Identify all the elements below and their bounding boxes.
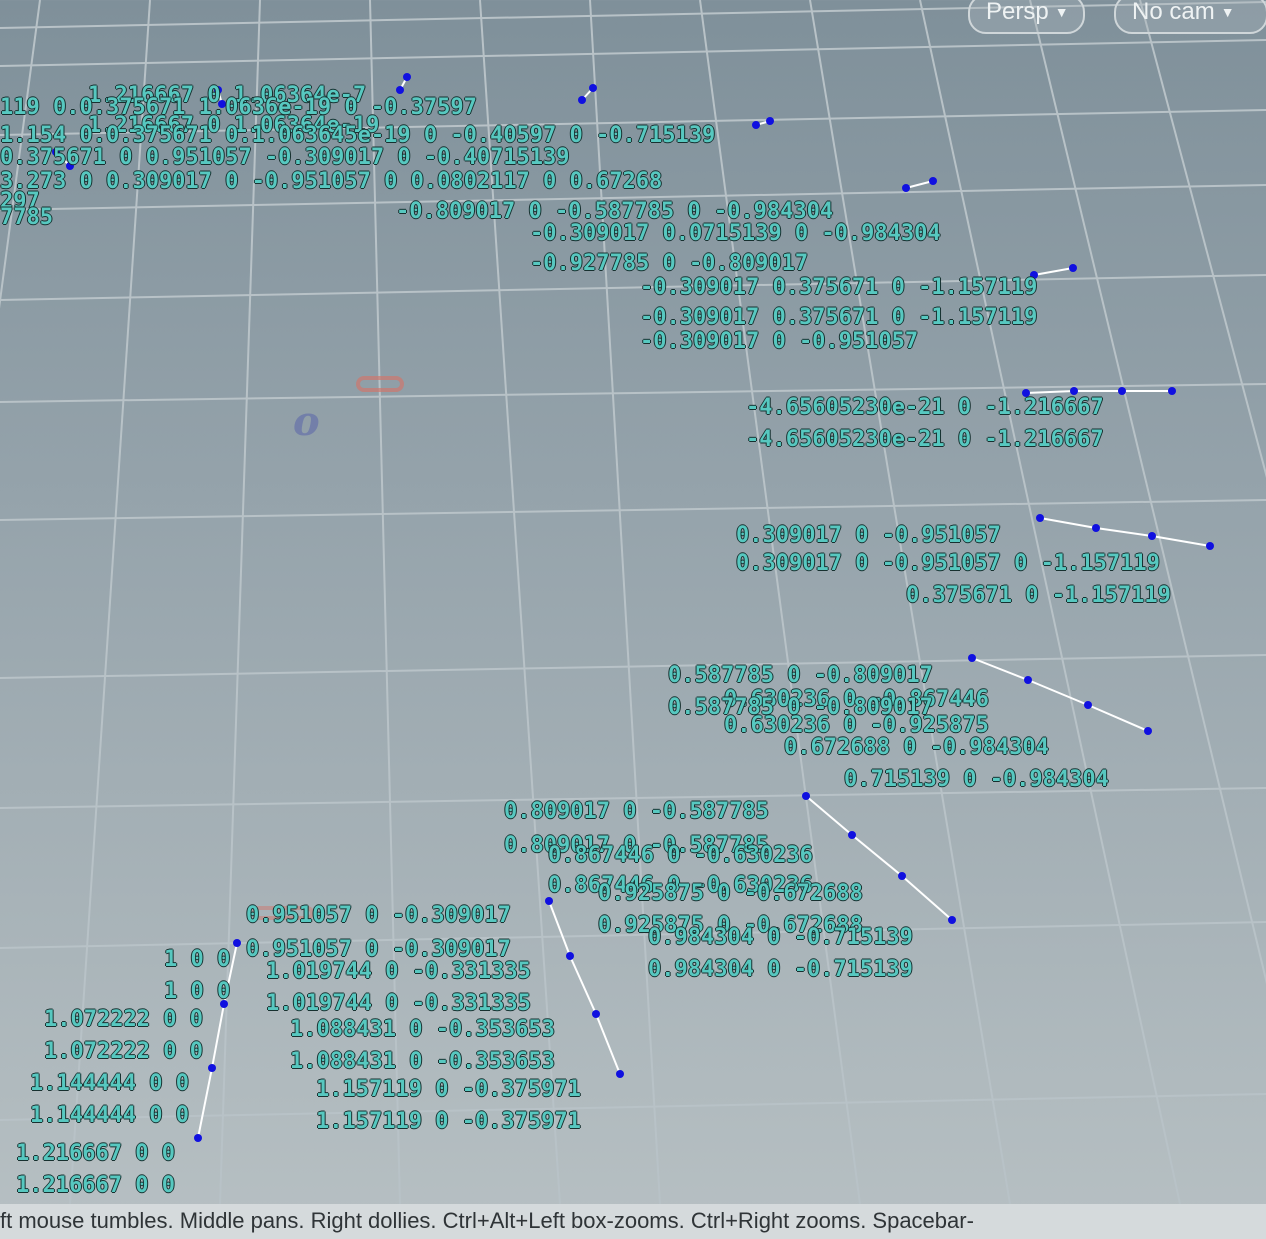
curve-point[interactable] (898, 872, 906, 880)
curve-point[interactable] (233, 939, 241, 947)
curve-point[interactable] (1144, 727, 1152, 735)
point-coordinate-label: -4.65605230e-21 0 -1.216667 (746, 427, 1104, 452)
point-coordinate-label: 0.867446 0 -0.630236 (548, 843, 813, 868)
curve-point[interactable] (1118, 387, 1126, 395)
chevron-down-icon: ▼ (1220, 4, 1235, 20)
scene-viewport[interactable]: o 1.216667 0 1.06364e-7 119 0.0.375671 1.… (0, 0, 1266, 1204)
point-coordinate-label: -0.309017 0.375671 0 -1.157119 (640, 305, 1038, 330)
curve-point[interactable] (1070, 387, 1078, 395)
point-coordinate-label: -4.65605230e-21 0 -1.216667 (746, 395, 1104, 420)
curve-segment (1033, 267, 1074, 276)
curve-segment (1039, 517, 1211, 547)
point-coordinate-label: 3.273 0 0.309017 0 -0.951057 0 0.0802117… (0, 169, 663, 194)
curve-point[interactable] (968, 654, 976, 662)
curve-point[interactable] (1084, 701, 1092, 709)
curve-point[interactable] (1148, 532, 1156, 540)
point-coordinate-label: 0.309017 0 -0.951057 (736, 523, 1001, 548)
point-coordinate-label: 1.088431 0 -0.353653 (290, 1017, 555, 1042)
point-coordinate-label: 0.375671 0 0.951057 -0.309017 0 -0.40715… (0, 145, 570, 170)
curve-point[interactable] (1206, 542, 1214, 550)
point-coordinate-label: 1.157119 0 -0.375971 (316, 1077, 581, 1102)
status-hint-text: ft mouse tumbles. Middle pans. Right dol… (0, 1208, 974, 1233)
point-coordinate-label: 0.984304 0 -0.715139 (648, 925, 913, 950)
point-coordinate-label: -0.309017 0.0715139 0 -0.984304 (530, 221, 941, 246)
curve-point[interactable] (1168, 387, 1176, 395)
curve-point[interactable] (766, 117, 774, 125)
point-coordinate-label: 0.375671 0 -1.157119 (906, 583, 1171, 608)
curve-point[interactable] (589, 84, 597, 92)
curve-point[interactable] (1036, 514, 1044, 522)
curve-point[interactable] (1024, 676, 1032, 684)
point-coordinate-label: 1.072222 0 0 (44, 1039, 203, 1064)
point-coordinate-label: 1.216667 0 0 (16, 1141, 175, 1166)
point-coordinate-label: 0.309017 0 -0.951057 0 -1.157119 (736, 551, 1160, 576)
status-bar: ft mouse tumbles. Middle pans. Right dol… (0, 1204, 1266, 1239)
point-coordinate-label: 0.715139 0 -0.984304 (844, 767, 1109, 792)
curve-point[interactable] (802, 792, 810, 800)
point-coordinate-label: 1.216667 0 0 (16, 1173, 175, 1198)
curve-point[interactable] (616, 1070, 624, 1078)
curve-segment (1025, 390, 1172, 394)
point-coordinate-label: 1 0 0 (164, 947, 231, 972)
point-coordinate-label: 1.019744 0 -0.331335 (266, 991, 531, 1016)
curve-segment (197, 942, 238, 1139)
point-coordinate-label: 1 0 0 (164, 979, 231, 1004)
curve-point[interactable] (752, 121, 760, 129)
curve-point[interactable] (902, 184, 910, 192)
curve-point[interactable] (929, 177, 937, 185)
point-coordinate-label: 0.951057 0 -0.309017 (246, 903, 511, 928)
point-coordinate-label: -0.309017 0.375671 0 -1.157119 (640, 275, 1038, 300)
camera-select-menu[interactable]: No cam ▼ (1114, 0, 1266, 34)
camera-mode-menu[interactable]: Persp ▼ (968, 0, 1085, 34)
point-coordinate-label: 1.019744 0 -0.331335 (266, 959, 531, 984)
point-coordinate-label: 7785 (0, 205, 53, 230)
point-coordinate-label: 1.072222 0 0 (44, 1007, 203, 1032)
curve-point[interactable] (1069, 264, 1077, 272)
camera-mode-label: Persp (986, 0, 1049, 25)
point-coordinate-label: 1.144444 0 0 (30, 1071, 189, 1096)
point-coordinate-label: 0.984304 0 -0.715139 (648, 957, 913, 982)
point-coordinate-label: -0.309017 0 -0.951057 (640, 329, 919, 354)
point-coordinate-label: 1.088431 0 -0.353653 (290, 1049, 555, 1074)
curve-segment (905, 180, 934, 189)
curve-point[interactable] (948, 916, 956, 924)
curve-point[interactable] (592, 1010, 600, 1018)
point-coordinate-label: -0.927785 0 -0.809017 (530, 251, 809, 276)
curve-point[interactable] (396, 86, 404, 94)
chevron-down-icon: ▼ (1054, 4, 1069, 20)
point-coordinate-label: 0.809017 0 -0.587785 (504, 799, 769, 824)
curve-segment (971, 657, 1149, 732)
camera-select-label: No cam (1132, 0, 1215, 25)
point-coordinate-label: 1.157119 0 -0.375971 (316, 1109, 581, 1134)
curve-point[interactable] (208, 1064, 216, 1072)
curve-point[interactable] (194, 1134, 202, 1142)
point-coordinate-label: 0.925875 0 -0.672688 (598, 881, 863, 906)
curve-point[interactable] (848, 831, 856, 839)
curve-point[interactable] (545, 897, 553, 905)
point-coordinate-label: 0.672688 0 -0.984304 (784, 735, 1049, 760)
curve-point[interactable] (403, 73, 411, 81)
curve-point[interactable] (1092, 524, 1100, 532)
curve-point[interactable] (566, 952, 574, 960)
point-coordinate-label: 0.587785 0 -0.809017 (668, 663, 933, 688)
curve-point[interactable] (578, 96, 586, 104)
point-coordinate-label: 1.144444 0 0 (30, 1103, 189, 1128)
